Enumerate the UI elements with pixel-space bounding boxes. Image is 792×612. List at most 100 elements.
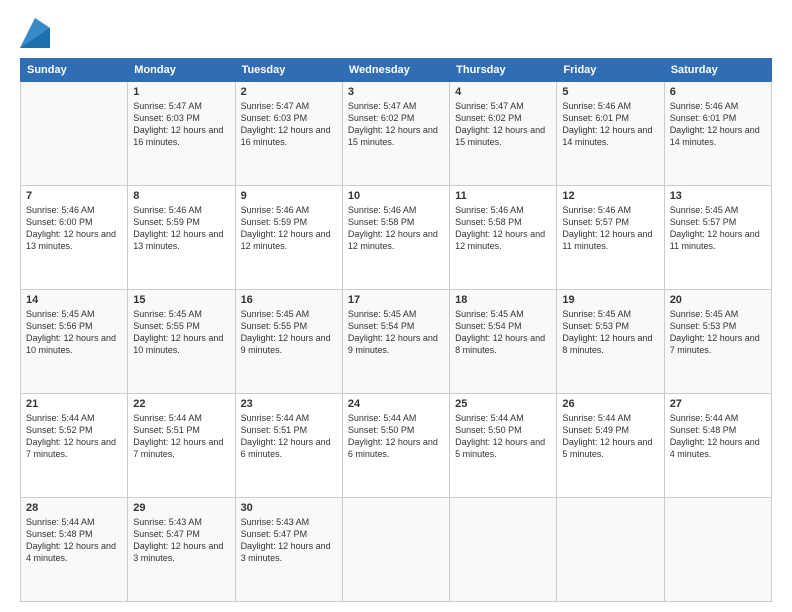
day-number: 2 bbox=[241, 86, 337, 98]
weekday-header-wednesday: Wednesday bbox=[342, 59, 449, 82]
calendar-table: SundayMondayTuesdayWednesdayThursdayFrid… bbox=[20, 58, 772, 602]
day-number: 9 bbox=[241, 190, 337, 202]
day-number: 3 bbox=[348, 86, 444, 98]
calendar-cell: 4 Sunrise: 5:47 AM Sunset: 6:02 PM Daylig… bbox=[450, 82, 557, 186]
day-number: 13 bbox=[670, 190, 766, 202]
calendar-cell: 2 Sunrise: 5:47 AM Sunset: 6:03 PM Daylig… bbox=[235, 82, 342, 186]
logo-icon bbox=[20, 18, 50, 48]
day-number: 17 bbox=[348, 294, 444, 306]
day-number: 26 bbox=[562, 398, 658, 410]
day-number: 8 bbox=[133, 190, 229, 202]
day-number: 20 bbox=[670, 294, 766, 306]
day-number: 21 bbox=[26, 398, 122, 410]
day-number: 27 bbox=[670, 398, 766, 410]
day-number: 24 bbox=[348, 398, 444, 410]
calendar-cell bbox=[450, 498, 557, 602]
calendar-cell: 1 Sunrise: 5:47 AM Sunset: 6:03 PM Daylig… bbox=[128, 82, 235, 186]
calendar-cell: 30Sunrise: 5:43 AM Sunset: 5:47 PM Dayli… bbox=[235, 498, 342, 602]
calendar-cell: 15 Sunrise: 5:45 AM Sunset: 5:55 PM Dayli… bbox=[128, 290, 235, 394]
week-row-1: 1 Sunrise: 5:47 AM Sunset: 6:03 PM Daylig… bbox=[21, 82, 772, 186]
day-number: 12 bbox=[562, 190, 658, 202]
calendar-cell bbox=[21, 82, 128, 186]
calendar-cell: 8 Sunrise: 5:46 AM Sunset: 5:59 PM Daylig… bbox=[128, 186, 235, 290]
calendar-cell bbox=[557, 498, 664, 602]
weekday-header-saturday: Saturday bbox=[664, 59, 771, 82]
calendar-cell: 16Sunrise: 5:45 AM Sunset: 5:55 PM Dayli… bbox=[235, 290, 342, 394]
calendar-cell: 27 Sunrise: 5:44 AM Sunset: 5:48 PM Dayli… bbox=[664, 394, 771, 498]
week-row-2: 7 Sunrise: 5:46 AM Sunset: 6:00 PM Daylig… bbox=[21, 186, 772, 290]
calendar-cell bbox=[342, 498, 449, 602]
day-number: 11 bbox=[455, 190, 551, 202]
day-info: Sunrise: 5:44 AM Sunset: 5:51 PM Dayligh… bbox=[241, 412, 337, 461]
day-info: Sunrise: 5:45 AM Sunset: 5:54 PM Dayligh… bbox=[348, 308, 444, 357]
calendar-cell: 3 Sunrise: 5:47 AM Sunset: 6:02 PM Daylig… bbox=[342, 82, 449, 186]
calendar-cell: 13 Sunrise: 5:45 AM Sunset: 5:57 PM Dayli… bbox=[664, 186, 771, 290]
day-number: 4 bbox=[455, 86, 551, 98]
day-info: Sunrise: 5:47 AM Sunset: 6:02 PM Dayligh… bbox=[348, 100, 444, 149]
calendar-cell: 14Sunrise: 5:45 AM Sunset: 5:56 PM Dayli… bbox=[21, 290, 128, 394]
weekday-header-friday: Friday bbox=[557, 59, 664, 82]
day-info: Sunrise: 5:47 AM Sunset: 6:02 PM Dayligh… bbox=[455, 100, 551, 149]
calendar-cell: 9 Sunrise: 5:46 AM Sunset: 5:59 PM Daylig… bbox=[235, 186, 342, 290]
day-number: 10 bbox=[348, 190, 444, 202]
weekday-header-monday: Monday bbox=[128, 59, 235, 82]
calendar-cell: 21 Sunrise: 5:44 AM Sunset: 5:52 PM Dayli… bbox=[21, 394, 128, 498]
calendar-cell: 22 Sunrise: 5:44 AM Sunset: 5:51 PM Dayli… bbox=[128, 394, 235, 498]
day-number: 15 bbox=[133, 294, 229, 306]
day-info: Sunrise: 5:44 AM Sunset: 5:48 PM Dayligh… bbox=[670, 412, 766, 461]
day-number: 19 bbox=[562, 294, 658, 306]
calendar-cell: 11Sunrise: 5:46 AM Sunset: 5:58 PM Dayli… bbox=[450, 186, 557, 290]
calendar-cell: 25 Sunrise: 5:44 AM Sunset: 5:50 PM Dayli… bbox=[450, 394, 557, 498]
day-info: Sunrise: 5:45 AM Sunset: 5:57 PM Dayligh… bbox=[670, 204, 766, 253]
calendar-cell: 23 Sunrise: 5:44 AM Sunset: 5:51 PM Dayli… bbox=[235, 394, 342, 498]
day-number: 29 bbox=[133, 502, 229, 514]
day-number: 22 bbox=[133, 398, 229, 410]
day-number: 1 bbox=[133, 86, 229, 98]
week-row-4: 21 Sunrise: 5:44 AM Sunset: 5:52 PM Dayli… bbox=[21, 394, 772, 498]
day-info: Sunrise: 5:44 AM Sunset: 5:52 PM Dayligh… bbox=[26, 412, 122, 461]
weekday-header-thursday: Thursday bbox=[450, 59, 557, 82]
day-info: Sunrise: 5:44 AM Sunset: 5:51 PM Dayligh… bbox=[133, 412, 229, 461]
day-number: 30 bbox=[241, 502, 337, 514]
calendar-cell: 10Sunrise: 5:46 AM Sunset: 5:58 PM Dayli… bbox=[342, 186, 449, 290]
day-info: Sunrise: 5:46 AM Sunset: 5:59 PM Dayligh… bbox=[133, 204, 229, 253]
day-info: Sunrise: 5:44 AM Sunset: 5:50 PM Dayligh… bbox=[348, 412, 444, 461]
logo bbox=[20, 18, 54, 48]
calendar-cell: 7 Sunrise: 5:46 AM Sunset: 6:00 PM Daylig… bbox=[21, 186, 128, 290]
calendar-cell: 18 Sunrise: 5:45 AM Sunset: 5:54 PM Dayli… bbox=[450, 290, 557, 394]
day-info: Sunrise: 5:44 AM Sunset: 5:48 PM Dayligh… bbox=[26, 516, 122, 565]
day-number: 23 bbox=[241, 398, 337, 410]
week-row-3: 14Sunrise: 5:45 AM Sunset: 5:56 PM Dayli… bbox=[21, 290, 772, 394]
day-number: 14 bbox=[26, 294, 122, 306]
calendar-header-row: SundayMondayTuesdayWednesdayThursdayFrid… bbox=[21, 59, 772, 82]
calendar-cell: 24 Sunrise: 5:44 AM Sunset: 5:50 PM Dayli… bbox=[342, 394, 449, 498]
calendar-cell: 28 Sunrise: 5:44 AM Sunset: 5:48 PM Dayli… bbox=[21, 498, 128, 602]
day-info: Sunrise: 5:45 AM Sunset: 5:55 PM Dayligh… bbox=[133, 308, 229, 357]
day-info: Sunrise: 5:46 AM Sunset: 6:01 PM Dayligh… bbox=[562, 100, 658, 149]
calendar-cell: 12 Sunrise: 5:46 AM Sunset: 5:57 PM Dayli… bbox=[557, 186, 664, 290]
day-number: 25 bbox=[455, 398, 551, 410]
calendar-cell bbox=[664, 498, 771, 602]
calendar-cell: 17 Sunrise: 5:45 AM Sunset: 5:54 PM Dayli… bbox=[342, 290, 449, 394]
day-number: 18 bbox=[455, 294, 551, 306]
weekday-header-sunday: Sunday bbox=[21, 59, 128, 82]
calendar-cell: 5Sunrise: 5:46 AM Sunset: 6:01 PM Daylig… bbox=[557, 82, 664, 186]
day-info: Sunrise: 5:46 AM Sunset: 5:57 PM Dayligh… bbox=[562, 204, 658, 253]
day-info: Sunrise: 5:46 AM Sunset: 6:00 PM Dayligh… bbox=[26, 204, 122, 253]
week-row-5: 28 Sunrise: 5:44 AM Sunset: 5:48 PM Dayli… bbox=[21, 498, 772, 602]
day-number: 28 bbox=[26, 502, 122, 514]
day-info: Sunrise: 5:45 AM Sunset: 5:54 PM Dayligh… bbox=[455, 308, 551, 357]
day-info: Sunrise: 5:46 AM Sunset: 5:59 PM Dayligh… bbox=[241, 204, 337, 253]
calendar-cell: 6Sunrise: 5:46 AM Sunset: 6:01 PM Daylig… bbox=[664, 82, 771, 186]
day-number: 7 bbox=[26, 190, 122, 202]
calendar-cell: 20 Sunrise: 5:45 AM Sunset: 5:53 PM Dayli… bbox=[664, 290, 771, 394]
weekday-header-tuesday: Tuesday bbox=[235, 59, 342, 82]
day-info: Sunrise: 5:45 AM Sunset: 5:55 PM Dayligh… bbox=[241, 308, 337, 357]
calendar-cell: 26 Sunrise: 5:44 AM Sunset: 5:49 PM Dayli… bbox=[557, 394, 664, 498]
day-info: Sunrise: 5:44 AM Sunset: 5:49 PM Dayligh… bbox=[562, 412, 658, 461]
calendar-cell: 29Sunrise: 5:43 AM Sunset: 5:47 PM Dayli… bbox=[128, 498, 235, 602]
day-info: Sunrise: 5:47 AM Sunset: 6:03 PM Dayligh… bbox=[133, 100, 229, 149]
day-info: Sunrise: 5:45 AM Sunset: 5:53 PM Dayligh… bbox=[670, 308, 766, 357]
day-info: Sunrise: 5:44 AM Sunset: 5:50 PM Dayligh… bbox=[455, 412, 551, 461]
day-info: Sunrise: 5:47 AM Sunset: 6:03 PM Dayligh… bbox=[241, 100, 337, 149]
